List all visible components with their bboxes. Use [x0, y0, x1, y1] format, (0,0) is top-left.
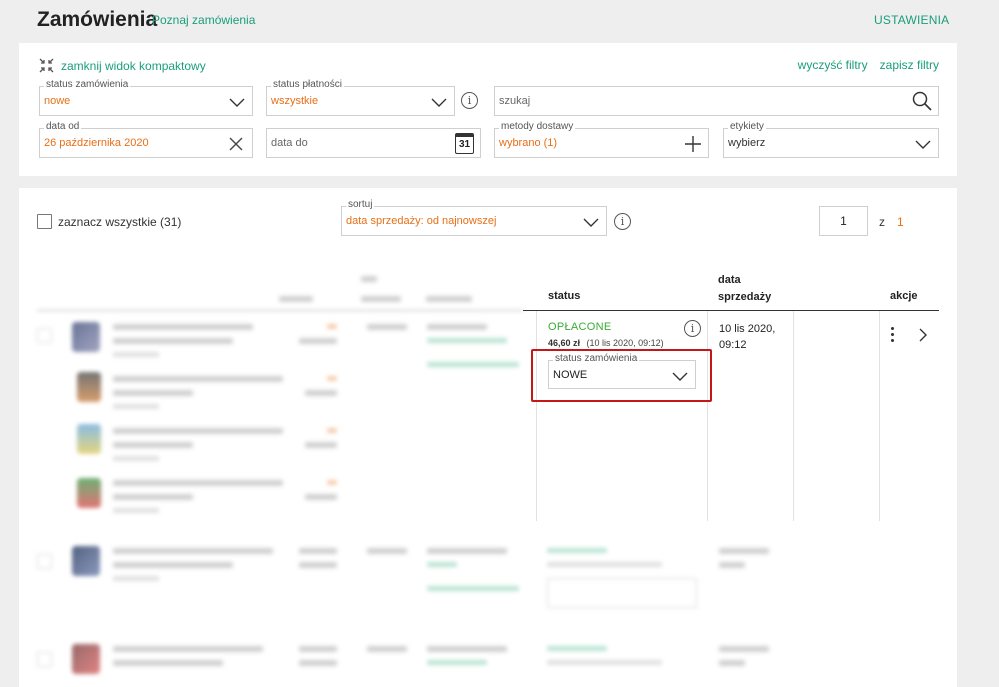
chevron-right-icon[interactable]	[917, 327, 929, 343]
page-of-label: z	[879, 215, 885, 229]
column-sale-date: data sprzedaży	[718, 272, 771, 306]
select-all[interactable]: zaznacz wszystkie (31)	[37, 214, 181, 229]
order-status-label: status zamówienia	[44, 79, 131, 91]
column-divider	[536, 311, 537, 521]
order-amount: 46,60 zł	[548, 338, 581, 348]
chevron-down-icon	[672, 372, 688, 381]
order-sale-date-line1: 10 lis 2020,	[719, 323, 776, 335]
order-paid-at: (10 lis 2020, 09:12)	[586, 338, 664, 348]
delivery-method-label: metody dostawy	[499, 121, 576, 133]
blurred-order-row	[37, 638, 947, 687]
save-filters-link[interactable]: zapisz filtry	[880, 58, 939, 72]
order-payment-info: 46,60 zł (10 lis 2020, 09:12)	[548, 338, 664, 348]
column-sale-date-line2: sprzedaży	[718, 291, 772, 303]
delivery-method-field[interactable]: metody dostawy wybrano (1)	[494, 121, 709, 158]
labels-label: etykiety	[728, 121, 766, 133]
order-status-dropdown-label: status zamówienia	[553, 353, 640, 365]
column-divider	[879, 311, 880, 521]
date-from-label: data od	[44, 121, 82, 133]
payment-status-select[interactable]: status płatności wszystkie	[266, 79, 455, 116]
page-number-input[interactable]: 1	[819, 206, 868, 236]
blurred-order-items	[37, 318, 527, 528]
delivery-method-value: wybrano (1)	[499, 137, 558, 149]
chevron-down-icon	[229, 98, 245, 107]
page-total: 1	[897, 215, 904, 229]
filters-panel: zamknij widok kompaktowy wyczyść filtry …	[19, 43, 957, 176]
labels-select[interactable]: etykiety wybierz	[723, 121, 939, 158]
order-sale-date-line2: 09:12	[719, 339, 747, 351]
order-status-dropdown[interactable]: status zamówienia NOWE	[548, 353, 696, 389]
search-field[interactable]: szukaj	[494, 86, 939, 116]
page-title: Zamówienia	[37, 8, 158, 31]
date-to-placeholder: data do	[271, 137, 308, 149]
orders-list-panel: zaznacz wszystkie (31) sortuj data sprze…	[19, 188, 957, 687]
calendar-day: 31	[458, 139, 471, 150]
info-icon[interactable]: i	[461, 92, 478, 109]
chevron-down-icon	[583, 218, 599, 227]
calendar-icon[interactable]: 31	[455, 133, 474, 154]
column-sale-date-line1: data	[718, 274, 741, 286]
date-from-field[interactable]: data od 26 października 2020	[39, 121, 253, 158]
order-status-paid: OPŁACONE	[548, 321, 612, 333]
sort-select[interactable]: sortuj data sprzedaży: od najnowszej	[341, 199, 607, 236]
payment-status-label: status płatności	[271, 79, 344, 91]
column-actions: akcje	[890, 290, 918, 302]
blurred-order-row	[37, 540, 947, 620]
labels-value: wybierz	[728, 137, 766, 149]
clear-filters-link[interactable]: wyczyść filtry	[798, 58, 868, 72]
plus-icon[interactable]	[684, 135, 702, 153]
sort-info-icon[interactable]: i	[614, 213, 631, 230]
collapse-icon	[39, 58, 54, 73]
date-from-value: 26 października 2020	[44, 137, 149, 149]
chevron-down-icon	[431, 98, 447, 107]
search-placeholder: szukaj	[499, 95, 531, 107]
more-actions-icon[interactable]	[891, 327, 894, 342]
settings-link[interactable]: USTAWIENIA	[874, 13, 949, 27]
clear-icon[interactable]	[228, 136, 244, 152]
order-status-value: nowe	[44, 95, 71, 107]
sort-value: data sprzedaży: od najnowszej	[346, 215, 497, 227]
date-to-field[interactable]: data do 31	[266, 128, 481, 158]
order-sale-date: 10 lis 2020, 09:12	[719, 321, 775, 353]
payment-status-value: wszystkie	[271, 95, 319, 107]
blurred-header	[37, 272, 523, 312]
chevron-down-icon	[915, 140, 931, 149]
order-info-icon[interactable]: i	[684, 320, 701, 337]
search-icon[interactable]	[912, 91, 932, 111]
filter-actions: wyczyść filtry zapisz filtry	[798, 58, 939, 72]
select-all-checkbox[interactable]	[37, 214, 52, 229]
order-status-dropdown-value: NOWE	[553, 369, 588, 381]
sort-label: sortuj	[346, 199, 375, 211]
column-divider	[793, 311, 794, 521]
column-status: status	[548, 290, 581, 302]
compact-view-toggle[interactable]: zamknij widok kompaktowy	[39, 58, 206, 73]
order-status-select[interactable]: status zamówienia nowe	[39, 79, 253, 116]
compact-view-label: zamknij widok kompaktowy	[61, 58, 206, 73]
learn-orders-link[interactable]: Poznaj zamówienia	[152, 13, 255, 27]
column-divider	[707, 311, 708, 521]
select-all-label: zaznacz wszystkie (31)	[58, 214, 182, 229]
header-underline	[523, 310, 939, 311]
